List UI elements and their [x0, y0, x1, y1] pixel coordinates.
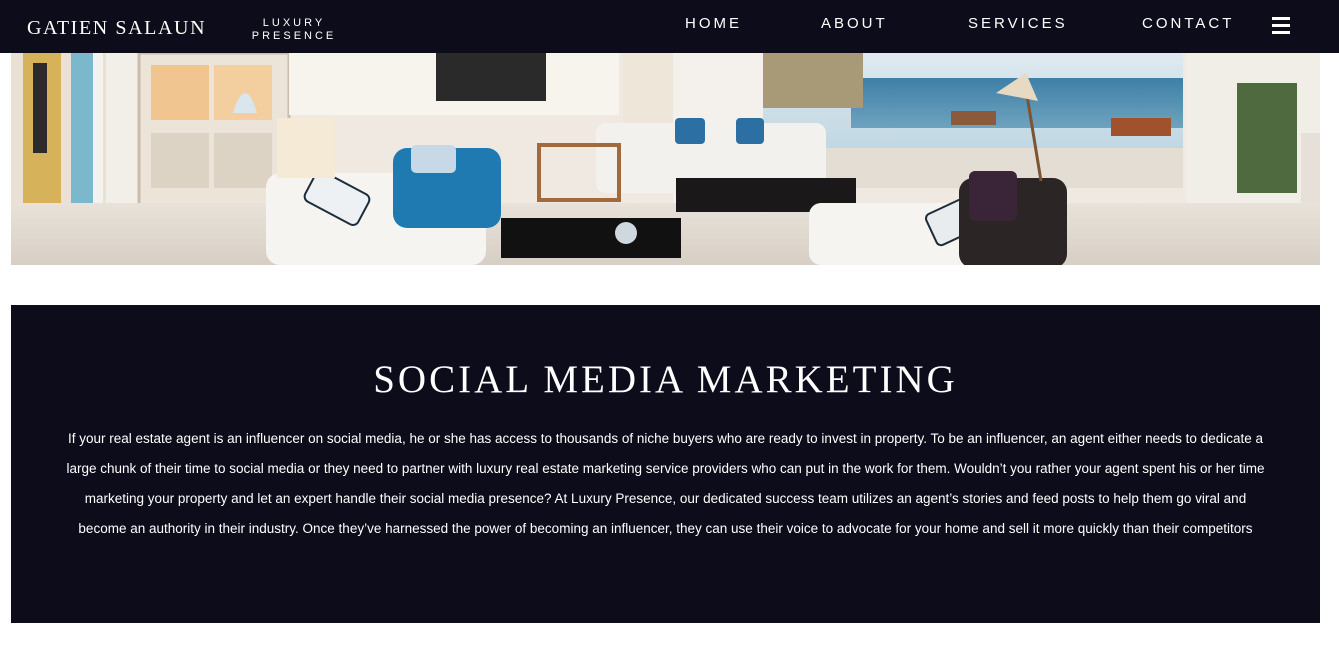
top-navigation-bar: GATIEN SALAUN LUXURY PRESENCE HOME ABOUT… — [0, 0, 1339, 53]
sublogo-line-2: PRESENCE — [251, 30, 337, 42]
section-title: SOCIAL MEDIA MARKETING — [373, 358, 958, 401]
brand-name[interactable]: GATIEN SALAUN — [27, 17, 206, 40]
hero-image — [11, 53, 1320, 265]
section-body-text: If your real estate agent is an influenc… — [66, 431, 1265, 536]
social-media-marketing-section: SOCIAL MEDIA MARKETING If your real esta… — [11, 305, 1320, 623]
hamburger-menu-icon[interactable] — [1272, 17, 1290, 34]
nav-contact-link[interactable]: CONTACT — [1142, 15, 1234, 32]
nav-about-link[interactable]: ABOUT — [821, 15, 888, 32]
living-room-illustration — [11, 53, 1320, 265]
nav-services-link[interactable]: SERVICES — [968, 15, 1068, 32]
nav-home-link[interactable]: HOME — [685, 15, 742, 32]
luxury-presence-logo[interactable]: LUXURY PRESENCE — [250, 17, 338, 43]
sublogo-line-1: LUXURY — [262, 17, 326, 29]
